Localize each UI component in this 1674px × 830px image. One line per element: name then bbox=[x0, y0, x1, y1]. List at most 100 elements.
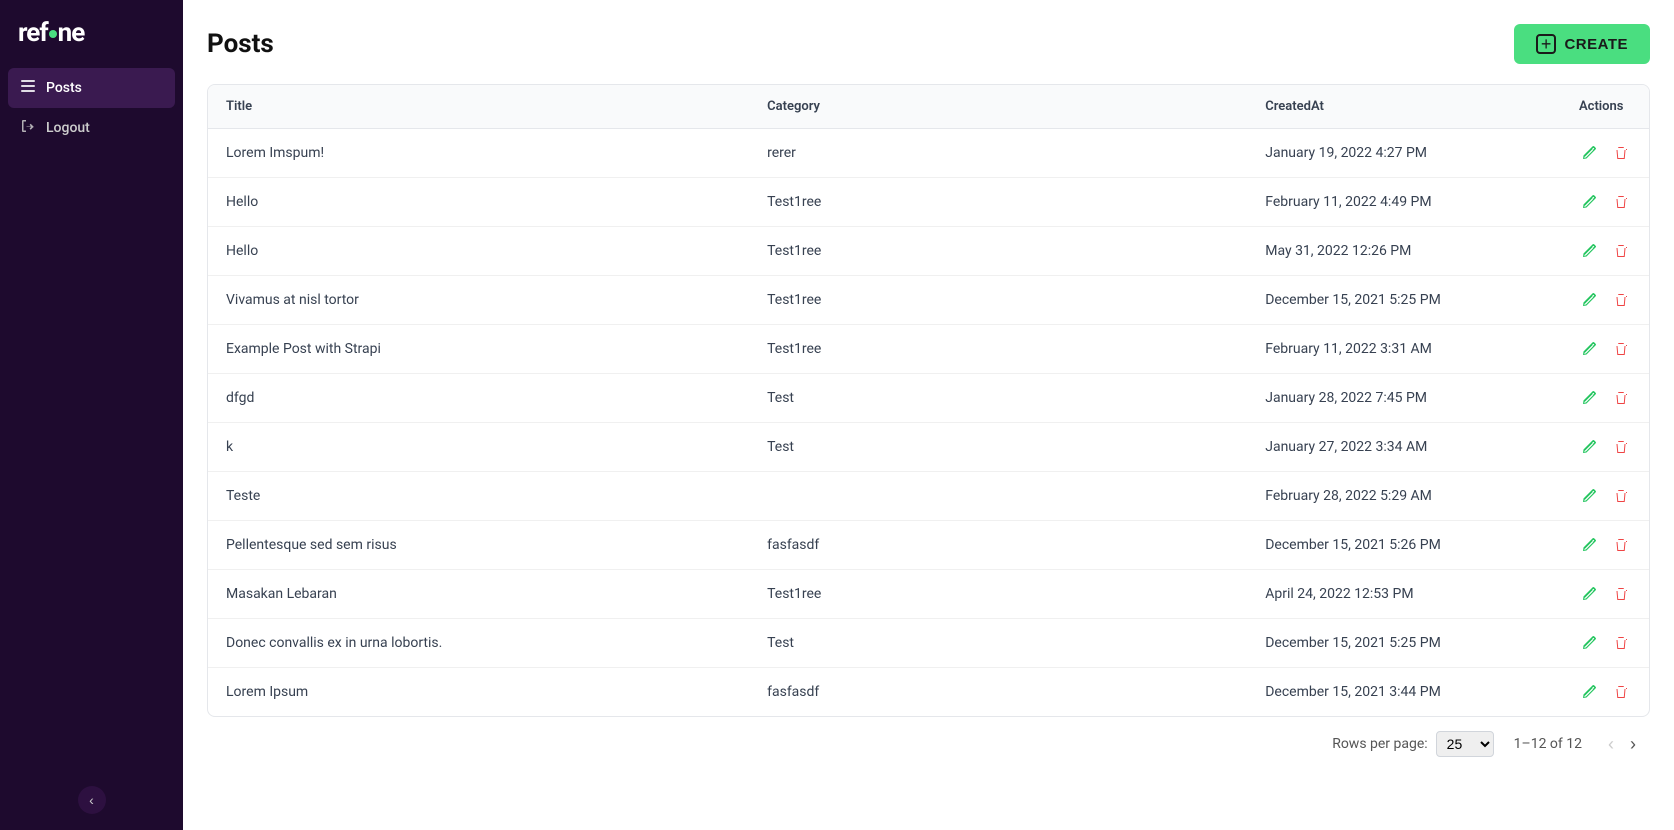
cell-title: k bbox=[208, 423, 749, 472]
cell-createdat: December 15, 2021 5:26 PM bbox=[1247, 521, 1561, 570]
edit-button[interactable] bbox=[1579, 682, 1599, 702]
cell-actions bbox=[1561, 276, 1649, 325]
trash-icon bbox=[1613, 635, 1629, 651]
edit-button[interactable] bbox=[1579, 339, 1599, 359]
edit-icon bbox=[1581, 684, 1597, 700]
cell-actions bbox=[1561, 423, 1649, 472]
page-title: Posts bbox=[207, 29, 274, 59]
cell-actions bbox=[1561, 668, 1649, 717]
delete-button[interactable] bbox=[1611, 339, 1631, 359]
rows-per-page-label: Rows per page: bbox=[1332, 736, 1427, 752]
table-row: Hello Test1ree May 31, 2022 12:26 PM bbox=[208, 227, 1649, 276]
edit-icon bbox=[1581, 292, 1597, 308]
sidebar: refne Posts Logout ‹ bbox=[0, 0, 183, 830]
posts-table-container: Title Category CreatedAt Actions Lorem I… bbox=[207, 84, 1650, 717]
table-row: Hello Test1ree February 11, 2022 4:49 PM bbox=[208, 178, 1649, 227]
trash-icon bbox=[1613, 439, 1629, 455]
cell-actions bbox=[1561, 325, 1649, 374]
delete-button[interactable] bbox=[1611, 633, 1631, 653]
cell-actions bbox=[1561, 227, 1649, 276]
cell-actions bbox=[1561, 570, 1649, 619]
cell-title: Example Post with Strapi bbox=[208, 325, 749, 374]
edit-button[interactable] bbox=[1579, 290, 1599, 310]
delete-button[interactable] bbox=[1611, 241, 1631, 261]
edit-button[interactable] bbox=[1579, 437, 1599, 457]
page-header: Posts + CREATE bbox=[207, 24, 1650, 64]
create-button[interactable]: + CREATE bbox=[1514, 24, 1650, 64]
cell-createdat: December 15, 2021 5:25 PM bbox=[1247, 276, 1561, 325]
create-button-label: CREATE bbox=[1564, 36, 1628, 53]
cell-createdat: January 27, 2022 3:34 AM bbox=[1247, 423, 1561, 472]
action-buttons bbox=[1579, 682, 1631, 702]
next-page-button[interactable]: › bbox=[1624, 732, 1642, 757]
delete-button[interactable] bbox=[1611, 143, 1631, 163]
delete-button[interactable] bbox=[1611, 682, 1631, 702]
cell-actions bbox=[1561, 472, 1649, 521]
edit-icon bbox=[1581, 439, 1597, 455]
col-header-category: Category bbox=[749, 85, 1247, 129]
sidebar-item-logout-label: Logout bbox=[46, 120, 90, 136]
action-buttons bbox=[1579, 535, 1631, 555]
main-content: Posts + CREATE Title Category CreatedAt bbox=[183, 0, 1674, 830]
cell-createdat: February 11, 2022 3:31 AM bbox=[1247, 325, 1561, 374]
table-row: Lorem Imspum! rerer January 19, 2022 4:2… bbox=[208, 129, 1649, 178]
rows-per-page-select[interactable]: 25 10 50 100 bbox=[1436, 731, 1494, 757]
edit-button[interactable] bbox=[1579, 388, 1599, 408]
col-header-title: Title bbox=[208, 85, 749, 129]
edit-button[interactable] bbox=[1579, 241, 1599, 261]
edit-button[interactable] bbox=[1579, 192, 1599, 212]
sidebar-item-posts-label: Posts bbox=[46, 80, 82, 96]
action-buttons bbox=[1579, 143, 1631, 163]
trash-icon bbox=[1613, 145, 1629, 161]
trash-icon bbox=[1613, 537, 1629, 553]
delete-button[interactable] bbox=[1611, 388, 1631, 408]
cell-title: Lorem Ipsum bbox=[208, 668, 749, 717]
trash-icon bbox=[1613, 684, 1629, 700]
page-range: 1–12 of 12 bbox=[1514, 736, 1582, 752]
edit-button[interactable] bbox=[1579, 584, 1599, 604]
sidebar-item-posts[interactable]: Posts bbox=[8, 68, 175, 108]
cell-category: Test1ree bbox=[749, 325, 1247, 374]
trash-icon bbox=[1613, 243, 1629, 259]
edit-button[interactable] bbox=[1579, 143, 1599, 163]
trash-icon bbox=[1613, 488, 1629, 504]
table-row: Lorem Ipsum fasfasdf December 15, 2021 3… bbox=[208, 668, 1649, 717]
delete-button[interactable] bbox=[1611, 535, 1631, 555]
pagination-bar: Rows per page: 25 10 50 100 1–12 of 12 ‹… bbox=[207, 717, 1650, 761]
cell-title: Donec convallis ex in urna lobortis. bbox=[208, 619, 749, 668]
cell-category: Test bbox=[749, 423, 1247, 472]
cell-category: fasfasdf bbox=[749, 521, 1247, 570]
sidebar-item-logout[interactable]: Logout bbox=[8, 108, 175, 148]
trash-icon bbox=[1613, 586, 1629, 602]
action-buttons bbox=[1579, 486, 1631, 506]
table-row: Donec convallis ex in urna lobortis. Tes… bbox=[208, 619, 1649, 668]
edit-button[interactable] bbox=[1579, 535, 1599, 555]
collapse-button[interactable]: ‹ bbox=[78, 786, 106, 814]
delete-button[interactable] bbox=[1611, 290, 1631, 310]
table-row: Teste February 28, 2022 5:29 AM bbox=[208, 472, 1649, 521]
edit-button[interactable] bbox=[1579, 486, 1599, 506]
delete-button[interactable] bbox=[1611, 437, 1631, 457]
delete-button[interactable] bbox=[1611, 192, 1631, 212]
cell-title: Lorem Imspum! bbox=[208, 129, 749, 178]
table-row: dfgd Test January 28, 2022 7:45 PM bbox=[208, 374, 1649, 423]
edit-icon bbox=[1581, 390, 1597, 406]
action-buttons bbox=[1579, 192, 1631, 212]
table-row: Pellentesque sed sem risus fasfasdf Dece… bbox=[208, 521, 1649, 570]
cell-title: Vivamus at nisl tortor bbox=[208, 276, 749, 325]
delete-button[interactable] bbox=[1611, 584, 1631, 604]
cell-category: Test1ree bbox=[749, 570, 1247, 619]
cell-category: Test1ree bbox=[749, 227, 1247, 276]
table-body: Lorem Imspum! rerer January 19, 2022 4:2… bbox=[208, 129, 1649, 717]
edit-icon bbox=[1581, 145, 1597, 161]
logout-icon bbox=[20, 118, 36, 138]
table-row: Masakan Lebaran Test1ree April 24, 2022 … bbox=[208, 570, 1649, 619]
prev-page-button[interactable]: ‹ bbox=[1602, 732, 1620, 757]
sidebar-nav: Posts Logout bbox=[0, 68, 183, 830]
edit-button[interactable] bbox=[1579, 633, 1599, 653]
cell-title: Masakan Lebaran bbox=[208, 570, 749, 619]
edit-icon bbox=[1581, 586, 1597, 602]
delete-button[interactable] bbox=[1611, 486, 1631, 506]
edit-icon bbox=[1581, 537, 1597, 553]
cell-category: Test1ree bbox=[749, 178, 1247, 227]
